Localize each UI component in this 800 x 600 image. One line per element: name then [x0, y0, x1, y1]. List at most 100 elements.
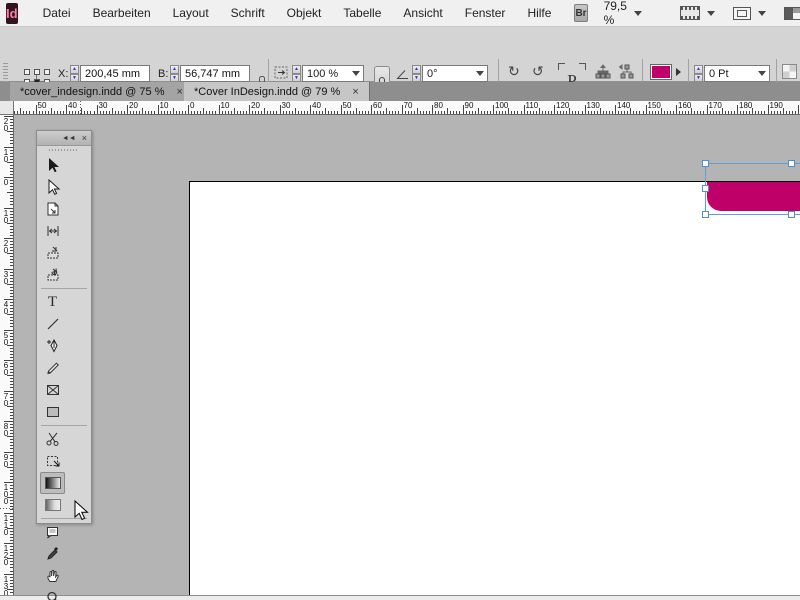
menu-objekt[interactable]: Objekt: [276, 2, 333, 24]
panel-grip[interactable]: [37, 146, 91, 154]
view-options-dropdown[interactable]: [679, 6, 715, 20]
menu-bearbeiten[interactable]: Bearbeiten: [82, 2, 162, 24]
tools-panel-titlebar[interactable]: ◄◄ ×: [37, 131, 91, 146]
select-previous-object-icon[interactable]: [618, 64, 636, 79]
type-tool[interactable]: T: [40, 291, 65, 313]
hand-tool[interactable]: [40, 565, 65, 587]
ruler-origin-box[interactable]: [0, 101, 14, 115]
selection-handle-top-left[interactable]: [702, 160, 709, 167]
selection-frame-bottom: [705, 214, 800, 215]
selection-handle-bottom-mid[interactable]: [788, 211, 795, 218]
selection-handle-bottom-left[interactable]: [702, 211, 709, 218]
menu-datei[interactable]: Datei: [32, 2, 82, 24]
width-label: B:: [158, 68, 169, 80]
selection-handle-left-mid[interactable]: [702, 185, 709, 192]
select-container-icon[interactable]: [594, 64, 612, 79]
control-panel: X: ▲▼ 200,45 mm Y: ▲▼ 3 mm B: ▲▼ 56,747 …: [0, 27, 800, 105]
chevron-down-icon: [706, 10, 715, 16]
gap-tool[interactable]: [40, 220, 65, 242]
rotation-angle-icon: [396, 69, 410, 82]
scale-x-icon: [274, 66, 289, 82]
selection-handle-top-mid[interactable]: [788, 160, 795, 167]
content-placer-tool[interactable]: [40, 264, 65, 286]
gradient-feather-tool[interactable]: [40, 494, 65, 516]
direct-selection-tool[interactable]: [40, 176, 65, 198]
menu-schrift[interactable]: Schrift: [220, 2, 276, 24]
rotation-angle-dropdown[interactable]: 0°: [422, 65, 488, 82]
workspace-icon: [783, 6, 800, 20]
chevron-down-icon: [757, 10, 766, 16]
selection-frame-top: [705, 163, 800, 164]
type-tool-glyph: T: [47, 293, 58, 310]
rotate-90-cw-icon[interactable]: ↻: [508, 64, 520, 78]
fill-flyout-arrow-icon[interactable]: [676, 68, 681, 76]
document-tab-bar: *cover_indesign.indd @ 75 % × *Cover InD…: [0, 82, 800, 101]
close-icon[interactable]: ×: [352, 86, 358, 98]
tab-cover-indesign-75[interactable]: *cover_indesign.indd @ 75 % ×: [10, 82, 194, 101]
note-tool[interactable]: [40, 521, 65, 543]
scale-x-value: 100 %: [307, 67, 339, 80]
collapse-panel-icon[interactable]: ◄◄: [62, 135, 76, 142]
stroke-weight-dropdown[interactable]: 0 Pt: [704, 65, 770, 82]
gradient-swatch-tool[interactable]: [40, 472, 65, 494]
chevron-down-icon: [352, 71, 360, 76]
chevron-down-icon: [476, 71, 484, 76]
x-label: X:: [58, 68, 69, 80]
menu-layout[interactable]: Layout: [162, 2, 220, 24]
page-tool[interactable]: [40, 198, 65, 220]
tab-label: *cover_indesign.indd @ 75 %: [20, 85, 165, 98]
pasteboard: [14, 115, 800, 595]
horizontal-ruler[interactable]: 50 40 30 20 10 0 10 20 30 40 50 60 70 80 90 100 110 120 13…: [14, 101, 800, 115]
menu-tabelle[interactable]: Tabelle: [332, 2, 392, 24]
scale-x-dropdown[interactable]: 100 %: [302, 65, 364, 82]
menu-hilfe[interactable]: Hilfe: [516, 2, 562, 24]
vertical-ruler[interactable]: 20100102030405060708090100110120130: [0, 115, 14, 595]
indesign-logo: Id: [6, 2, 18, 24]
content-collector-tool[interactable]: [40, 242, 65, 264]
zoom-level-dropdown[interactable]: 79,5 %: [604, 0, 642, 27]
zoom-level-value: 79,5 %: [603, 0, 627, 27]
scissors-tool[interactable]: [40, 428, 65, 450]
divider: [41, 288, 87, 289]
menu-ansicht[interactable]: Ansicht: [392, 2, 453, 24]
selected-magenta-rectangle[interactable]: [707, 182, 800, 211]
tab-label: *Cover InDesign.indd @ 79 %: [194, 85, 341, 98]
mouse-cursor-icon: [74, 500, 89, 521]
stroke-weight-stepper[interactable]: ▲ ▼: [694, 65, 703, 82]
close-icon[interactable]: ×: [82, 133, 87, 143]
selection-tool[interactable]: [40, 154, 65, 176]
fill-color-swatch[interactable]: [650, 64, 672, 80]
menu-items: Datei Bearbeiten Layout Schrift Objekt T…: [32, 2, 563, 24]
width-field[interactable]: 56,747 mm: [180, 65, 250, 82]
menu-bar: Id Datei Bearbeiten Layout Schrift Objek…: [0, 0, 800, 27]
chevron-down-icon: [758, 71, 766, 76]
transparency-effects-icon[interactable]: [782, 64, 797, 79]
pen-tool[interactable]: [40, 335, 65, 357]
eyedropper-tool[interactable]: [40, 543, 65, 565]
x-stepper[interactable]: ▲ ▼: [70, 65, 79, 82]
width-stepper[interactable]: ▲ ▼: [170, 65, 179, 82]
view-options-icon: [679, 6, 700, 20]
screen-mode-dropdown[interactable]: [732, 6, 766, 20]
rectangle-tool[interactable]: [40, 401, 65, 423]
chevron-down-icon: [633, 10, 642, 16]
bridge-button[interactable]: Br: [574, 4, 588, 22]
tab-cover-indesign-79[interactable]: *Cover InDesign.indd @ 79 % ×: [184, 82, 370, 101]
gradient-icon: [44, 477, 61, 489]
line-tool[interactable]: [40, 313, 65, 335]
divider: [41, 425, 87, 426]
close-icon[interactable]: ×: [176, 86, 182, 98]
x-position-field[interactable]: 200,45 mm: [80, 65, 150, 82]
zoom-tool[interactable]: [40, 587, 65, 600]
scale-x-stepper[interactable]: ▲ ▼: [292, 65, 301, 82]
menu-fenster[interactable]: Fenster: [454, 2, 517, 24]
pencil-tool[interactable]: [40, 357, 65, 379]
horizontal-scrollbar-strip[interactable]: [0, 595, 800, 600]
document-page[interactable]: [189, 181, 800, 595]
workspace-switcher-dropdown[interactable]: [783, 6, 800, 20]
gradient-feather-icon: [44, 499, 61, 511]
rotate-90-ccw-icon[interactable]: ↺: [532, 64, 544, 78]
rotation-stepper[interactable]: ▲ ▼: [412, 65, 421, 82]
frame-tool[interactable]: [40, 379, 65, 401]
free-transform-tool[interactable]: [40, 450, 65, 472]
